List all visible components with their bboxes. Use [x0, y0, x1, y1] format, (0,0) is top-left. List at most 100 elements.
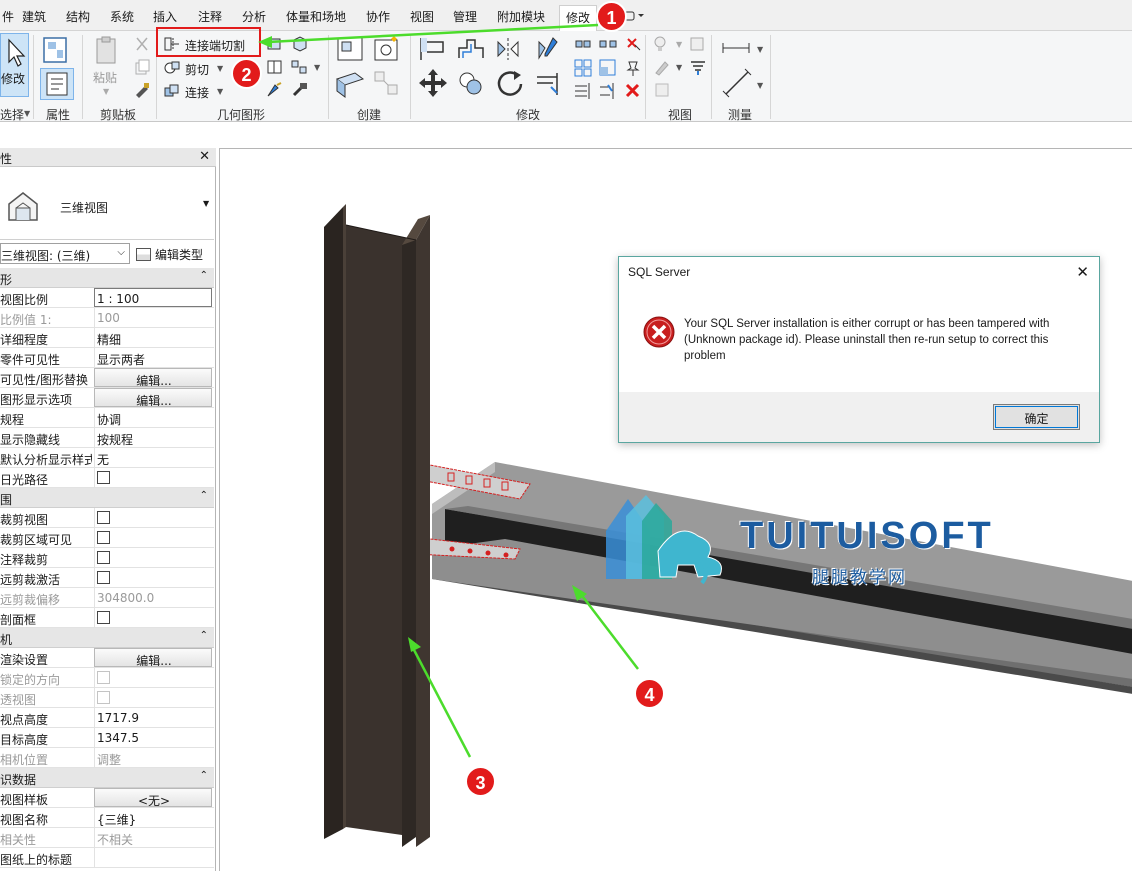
- menu-manage[interactable]: 管理: [453, 8, 477, 25]
- unpin-icon[interactable]: [623, 35, 643, 53]
- property-section[interactable]: 围 ⌃: [0, 488, 214, 508]
- menu-addins[interactable]: 附加模块: [497, 8, 545, 25]
- wall-joins-icon[interactable]: [290, 58, 314, 76]
- override-graphics-icon[interactable]: [653, 58, 675, 76]
- join-dropdown-icon[interactable]: ▼: [217, 87, 223, 96]
- menu-view[interactable]: 视图: [410, 8, 434, 25]
- menu-collaborate[interactable]: 协作: [366, 8, 390, 25]
- menu-structure[interactable]: 结构: [66, 8, 90, 25]
- paint-icon[interactable]: [265, 81, 285, 99]
- demolish-icon[interactable]: [290, 81, 310, 99]
- menu-analyze[interactable]: 分析: [242, 8, 266, 25]
- property-value[interactable]: 无: [94, 448, 212, 467]
- beam[interactable]: [432, 462, 1132, 694]
- property-value[interactable]: [94, 468, 212, 487]
- cut-label[interactable]: 剪切: [185, 61, 209, 78]
- split-gap-icon[interactable]: [598, 35, 618, 53]
- menu-architecture[interactable]: 建筑: [22, 8, 46, 25]
- property-value[interactable]: 按规程: [94, 428, 212, 447]
- property-value[interactable]: 显示两者: [94, 348, 212, 367]
- join-icon[interactable]: [163, 83, 181, 99]
- property-checkbox[interactable]: [97, 611, 110, 624]
- menu-massing-site[interactable]: 体量和场地: [286, 8, 346, 25]
- column[interactable]: [324, 204, 430, 847]
- measure-dropdown-icon[interactable]: ▼: [757, 45, 763, 54]
- menu-systems[interactable]: 系统: [110, 8, 134, 25]
- filter-icon[interactable]: [688, 58, 708, 76]
- close-icon[interactable]: ✕: [1076, 263, 1089, 281]
- collapse-icon[interactable]: ⌃: [200, 270, 208, 281]
- paste-icon[interactable]: [92, 35, 122, 67]
- split-element-icon[interactable]: [573, 35, 593, 53]
- create-assembly-icon[interactable]: [335, 34, 365, 64]
- collapse-icon[interactable]: ⌃: [200, 630, 208, 641]
- property-value[interactable]: 1717.9: [94, 708, 212, 727]
- ok-button[interactable]: 确定: [993, 404, 1080, 430]
- property-value[interactable]: 精细: [94, 328, 212, 347]
- copy-modify-icon[interactable]: [455, 67, 487, 99]
- create-group-icon[interactable]: [335, 69, 365, 99]
- property-section[interactable]: 机 ⌃: [0, 628, 214, 648]
- cope-icon[interactable]: [265, 35, 285, 53]
- edit-type-button[interactable]: 编辑类型: [136, 246, 203, 263]
- modify-tool-button[interactable]: 修改: [0, 33, 29, 97]
- hide-dropdown-icon[interactable]: ▼: [676, 40, 682, 49]
- cut-geometry-icon[interactable]: [163, 60, 181, 76]
- copy-icon[interactable]: [133, 58, 151, 76]
- offset-icon[interactable]: [455, 34, 487, 64]
- type-selector[interactable]: 三维视图 ▼: [0, 168, 214, 240]
- menu-file[interactable]: 件: [2, 8, 14, 25]
- select-dropdown-icon[interactable]: ▼: [24, 109, 30, 118]
- match-properties-icon[interactable]: [133, 81, 151, 99]
- hide-in-view-icon[interactable]: [653, 35, 675, 53]
- cut-clipboard-icon[interactable]: [133, 35, 151, 53]
- property-button[interactable]: <无>: [94, 788, 212, 807]
- collapse-icon[interactable]: ⌃: [200, 490, 208, 501]
- instance-filter-select[interactable]: 三维视图: (三维) ⌵: [0, 243, 130, 264]
- select-underlay-icon[interactable]: [653, 81, 675, 99]
- join-label[interactable]: 连接: [185, 84, 209, 101]
- collapse-icon[interactable]: ⌃: [200, 770, 208, 781]
- override-dropdown-icon[interactable]: ▼: [676, 63, 682, 72]
- property-value[interactable]: [94, 548, 212, 567]
- context-toggle-icon[interactable]: [624, 10, 644, 22]
- property-value[interactable]: {三维}: [94, 808, 212, 827]
- trim-extend-icon[interactable]: [533, 67, 565, 99]
- property-checkbox[interactable]: [97, 471, 110, 484]
- scale-icon[interactable]: [598, 58, 618, 78]
- trim-multiple-icon[interactable]: [573, 81, 593, 101]
- properties-button[interactable]: [40, 68, 74, 100]
- align-icon[interactable]: [417, 34, 449, 64]
- create-parts-icon[interactable]: [372, 34, 402, 64]
- property-section[interactable]: 识数据 ⌃: [0, 768, 214, 788]
- property-value[interactable]: [94, 568, 212, 587]
- property-button[interactable]: 编辑...: [94, 388, 212, 407]
- trim-single-icon[interactable]: [598, 81, 618, 101]
- property-value[interactable]: [94, 608, 212, 627]
- property-value[interactable]: [94, 848, 212, 867]
- aligned-dimension-icon[interactable]: [720, 68, 754, 100]
- wall-joins-dropdown-icon[interactable]: ▼: [314, 63, 320, 72]
- array-icon[interactable]: [573, 58, 593, 78]
- property-value[interactable]: [94, 508, 212, 527]
- paste-dropdown-icon[interactable]: ▼: [103, 87, 109, 96]
- property-value[interactable]: [94, 528, 212, 547]
- property-value[interactable]: 1347.5: [94, 728, 212, 747]
- property-value[interactable]: 1 : 100: [94, 288, 212, 307]
- property-button[interactable]: 编辑...: [94, 648, 212, 667]
- create-similar-icon[interactable]: [372, 69, 402, 99]
- property-button[interactable]: 编辑...: [94, 368, 212, 387]
- close-icon[interactable]: ✕: [199, 149, 210, 164]
- property-checkbox[interactable]: [97, 511, 110, 524]
- property-checkbox[interactable]: [97, 571, 110, 584]
- property-checkbox[interactable]: [97, 551, 110, 564]
- pin-icon[interactable]: [623, 58, 643, 78]
- property-value[interactable]: 协调: [94, 408, 212, 427]
- split-face-icon[interactable]: [265, 58, 285, 76]
- cut-dropdown-icon[interactable]: ▼: [217, 64, 223, 73]
- move-icon[interactable]: [417, 67, 449, 99]
- menu-modify[interactable]: 修改: [559, 5, 598, 32]
- delete-icon[interactable]: [623, 81, 643, 101]
- measure-distance-icon[interactable]: [720, 36, 754, 56]
- type-properties-icon[interactable]: [40, 35, 72, 65]
